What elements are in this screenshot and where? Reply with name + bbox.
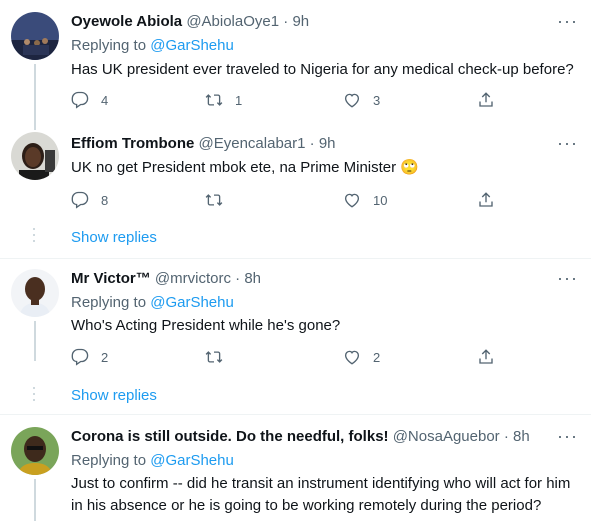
reply-icon xyxy=(71,348,89,366)
tweet-actions: 4 1 3 xyxy=(71,90,501,110)
tweet-header: Mr Victor™ @mrvictorc · 8h xyxy=(71,269,261,289)
replying-to-prefix: Replying to xyxy=(71,452,151,469)
share-icon xyxy=(479,92,493,107)
retweet-button[interactable] xyxy=(205,347,235,367)
tweet-text: UK no get President mbok ete, na Prime M… xyxy=(71,159,419,176)
avatar[interactable] xyxy=(11,12,59,60)
reply-button[interactable]: 4 xyxy=(71,90,108,110)
retweet-icon xyxy=(205,351,223,363)
reply-count: 2 xyxy=(101,349,109,365)
thread-line xyxy=(34,479,36,521)
tweet-text: Just to confirm -- did he transit an ins… xyxy=(71,475,571,514)
user-handle[interactable]: @NosaAguebor xyxy=(393,428,500,445)
separator-dot: · xyxy=(309,135,315,152)
thread-line xyxy=(34,321,36,361)
reply-icon xyxy=(71,191,89,209)
thread-dots xyxy=(33,228,36,246)
user-handle[interactable]: @mrvictorc xyxy=(155,270,231,287)
display-name[interactable]: Mr Victor™ xyxy=(71,270,151,287)
avatar[interactable] xyxy=(11,132,59,180)
retweet-button[interactable] xyxy=(205,190,235,210)
replying-to: Replying to @GarShehu xyxy=(71,36,234,56)
reply-button[interactable]: 8 xyxy=(71,190,108,210)
show-replies-link[interactable]: Show replies xyxy=(71,386,157,406)
heart-icon xyxy=(344,193,360,208)
reply-count: 8 xyxy=(101,192,109,208)
replying-to-mention[interactable]: @GarShehu xyxy=(150,294,234,311)
heart-icon xyxy=(344,93,360,108)
separator-dot: · xyxy=(283,13,289,30)
like-count: 10 xyxy=(373,192,388,208)
separator-dot: · xyxy=(235,270,241,287)
user-handle[interactable]: @Eyencalabar1 xyxy=(199,135,306,152)
share-button[interactable] xyxy=(477,347,495,367)
like-count: 2 xyxy=(373,349,381,365)
display-name[interactable]: Effiom Trombone xyxy=(71,135,194,152)
tweet-nosa-aguebor[interactable]: Corona is still outside. Do the needful,… xyxy=(0,415,591,521)
like-button[interactable]: 3 xyxy=(343,90,380,110)
thread-line xyxy=(34,64,36,122)
retweet-icon xyxy=(205,194,223,206)
tweet-header: Corona is still outside. Do the needful,… xyxy=(71,427,530,447)
tweet-actions: 2 2 xyxy=(71,347,501,367)
share-icon xyxy=(479,349,493,364)
thread-dots xyxy=(33,387,36,405)
show-replies-link[interactable]: Show replies xyxy=(71,228,157,248)
timestamp[interactable]: 8h xyxy=(244,270,261,287)
like-button[interactable]: 10 xyxy=(343,190,387,210)
more-icon[interactable]: ··· xyxy=(557,134,577,156)
tweet-effiom-trombone[interactable]: Effiom Trombone @Eyencalabar1 · 9h ··· U… xyxy=(0,122,591,258)
retweet-icon xyxy=(205,94,223,106)
share-button[interactable] xyxy=(477,90,495,110)
timestamp[interactable]: 9h xyxy=(292,13,309,30)
more-icon[interactable]: ··· xyxy=(557,269,577,291)
share-icon xyxy=(479,192,493,207)
retweet-count: 1 xyxy=(235,92,243,108)
replying-to-prefix: Replying to xyxy=(71,37,151,54)
timestamp[interactable]: 9h xyxy=(319,135,336,152)
tweet-actions: 8 10 xyxy=(71,190,501,210)
user-handle[interactable]: @AbiolaOye1 xyxy=(186,13,279,30)
display-name[interactable]: Oyewole Abiola xyxy=(71,13,182,30)
avatar[interactable] xyxy=(11,269,59,317)
thread-line xyxy=(34,122,36,130)
reply-icon xyxy=(71,91,89,109)
like-button[interactable]: 2 xyxy=(343,347,380,367)
tweet-oyewole-abiola[interactable]: Oyewole Abiola @AbiolaOye1 · 9h ··· Repl… xyxy=(0,0,591,122)
tweet-header: Effiom Trombone @Eyencalabar1 · 9h xyxy=(71,134,336,154)
heart-icon xyxy=(344,350,360,365)
tweet-mr-victor[interactable]: Mr Victor™ @mrvictorc · 8h ··· Replying … xyxy=(0,259,591,414)
timestamp[interactable]: 8h xyxy=(513,428,530,445)
replying-to-mention[interactable]: @GarShehu xyxy=(150,37,234,54)
tweet-text: Has UK president ever traveled to Nigeri… xyxy=(71,61,574,78)
reply-count: 4 xyxy=(101,92,109,108)
tweet-text: Who's Acting President while he's gone? xyxy=(71,317,341,334)
share-button[interactable] xyxy=(477,190,495,210)
avatar[interactable] xyxy=(11,427,59,475)
display-name[interactable]: Corona is still outside. Do the needful,… xyxy=(71,428,389,445)
replying-to: Replying to @GarShehu xyxy=(71,451,234,471)
retweet-button[interactable]: 1 xyxy=(205,90,242,110)
replying-to-mention[interactable]: @GarShehu xyxy=(150,452,234,469)
more-icon[interactable]: ··· xyxy=(557,427,577,449)
replying-to-prefix: Replying to xyxy=(71,294,151,311)
replying-to: Replying to @GarShehu xyxy=(71,293,234,313)
separator-dot: · xyxy=(503,428,509,445)
reply-button[interactable]: 2 xyxy=(71,347,108,367)
like-count: 3 xyxy=(373,92,381,108)
more-icon[interactable]: ··· xyxy=(557,12,577,34)
tweet-header: Oyewole Abiola @AbiolaOye1 · 9h xyxy=(71,12,309,32)
